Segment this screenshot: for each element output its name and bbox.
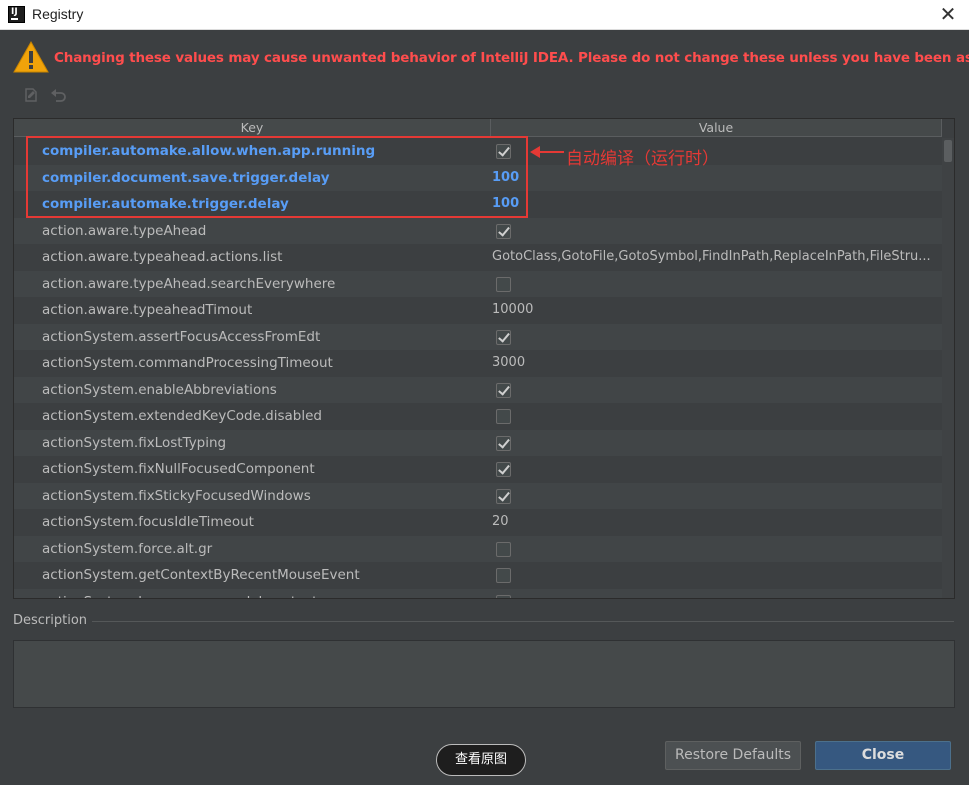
registry-value[interactable]: 3000 — [492, 350, 940, 376]
registry-key: action.aware.typeAhead — [42, 222, 207, 239]
description-panel — [13, 640, 955, 708]
table-row[interactable]: actionSystem.fixStickyFocusedWindows — [14, 482, 942, 509]
table-row[interactable]: compiler.automake.trigger.delay 100 — [14, 191, 942, 218]
table-row[interactable]: actionSystem.commandProcessingTimeout 300… — [14, 350, 942, 377]
close-icon[interactable]: ✕ — [937, 3, 959, 25]
table-row[interactable]: actionSystem.fixLostTyping — [14, 429, 942, 456]
registry-key: actionSystem.getContextByRecentMouseEven… — [42, 567, 360, 583]
registry-value[interactable]: 20 — [492, 509, 940, 535]
table-row[interactable]: actionSystem.keepmouse.modal.context — [14, 588, 942, 599]
restore-defaults-button[interactable]: Restore Defaults — [665, 741, 801, 770]
table-row[interactable]: compiler.document.save.trigger.delay 100 — [14, 164, 942, 191]
registry-key: compiler.automake.trigger.delay — [42, 196, 289, 212]
warning-triangle-icon — [13, 40, 49, 73]
key-column-header[interactable]: Key — [14, 119, 491, 137]
table-row[interactable]: actionSystem.force.alt.gr — [14, 535, 942, 562]
description-divider — [92, 621, 954, 622]
registry-key: actionSystem.commandProcessingTimeout — [42, 355, 333, 371]
registry-value[interactable]: GotoClass,GotoFile,GotoSymbol,FindInPath… — [492, 244, 940, 270]
scrollbar-thumb[interactable] — [944, 140, 952, 162]
checkbox-checked[interactable] — [496, 223, 511, 239]
registry-key: actionSystem.enableAbbreviations — [42, 381, 277, 398]
table-row[interactable]: actionSystem.enableAbbreviations — [14, 376, 942, 403]
checkbox-unchecked[interactable] — [496, 409, 511, 424]
description-label: Description — [13, 613, 88, 628]
table-rows: compiler.automake.allow.when.app.running… — [14, 138, 942, 599]
edit-icon[interactable] — [22, 86, 40, 104]
checkbox-unchecked[interactable] — [496, 541, 511, 557]
annotation-arrow-icon — [530, 146, 564, 158]
warning-message: Changing these values may cause unwanted… — [54, 50, 969, 66]
undo-icon[interactable] — [49, 86, 67, 104]
table-row[interactable]: action.aware.typeahead.actions.list GotoC… — [14, 244, 942, 271]
registry-key: actionSystem.fixStickyFocusedWindows — [42, 487, 311, 504]
registry-table: Key Value compiler.automake.allow.when.a… — [13, 118, 955, 599]
table-header: Key Value — [14, 119, 942, 137]
table-row[interactable]: actionSystem.extendedKeyCode.disabled — [14, 403, 942, 430]
registry-key: action.aware.typeaheadTimout — [42, 302, 253, 318]
checkbox-checked[interactable] — [496, 329, 511, 345]
registry-value[interactable]: 100 — [492, 191, 940, 217]
registry-key: actionSystem.assertFocusAccessFromEdt — [42, 328, 321, 345]
table-row[interactable]: action.aware.typeAhead.searchEverywhere — [14, 270, 942, 297]
checkbox-unchecked[interactable] — [496, 568, 511, 583]
registry-key: actionSystem.force.alt.gr — [42, 540, 213, 557]
table-row[interactable]: compiler.automake.allow.when.app.running — [14, 138, 942, 165]
registry-value[interactable]: 10000 — [492, 297, 940, 323]
registry-key: actionSystem.fixLostTyping — [42, 434, 227, 451]
registry-key: actionSystem.keepmouse.modal.context — [42, 589, 317, 599]
registry-key: actionSystem.extendedKeyCode.disabled — [42, 408, 322, 424]
checkbox-checked[interactable] — [496, 462, 511, 477]
table-row[interactable]: action.aware.typeaheadTimout 10000 — [14, 297, 942, 324]
registry-key: action.aware.typeahead.actions.list — [42, 249, 283, 265]
checkbox-checked[interactable] — [496, 144, 511, 159]
checkbox-checked[interactable] — [496, 488, 511, 504]
checkbox-unchecked[interactable] — [496, 594, 511, 598]
registry-key: compiler.document.save.trigger.delay — [42, 169, 330, 186]
checkbox-checked[interactable] — [496, 382, 511, 398]
close-button[interactable]: Close — [815, 741, 951, 770]
table-row[interactable]: actionSystem.focusIdleTimeout 20 — [14, 509, 942, 536]
annotation-text: 自动编译（运行时） — [566, 149, 719, 169]
window-title: Registry — [32, 6, 84, 22]
intellij-app-icon: IJ — [8, 6, 25, 23]
registry-key: compiler.automake.allow.when.app.running — [42, 143, 376, 159]
table-row[interactable]: actionSystem.getContextByRecentMouseEven… — [14, 562, 942, 589]
table-row[interactable]: actionSystem.fixNullFocusedComponent — [14, 456, 942, 483]
registry-key: action.aware.typeAhead.searchEverywhere — [42, 275, 336, 292]
table-row[interactable]: actionSystem.assertFocusAccessFromEdt — [14, 323, 942, 350]
table-row[interactable]: action.aware.typeAhead — [14, 217, 942, 244]
value-column-header[interactable]: Value — [491, 119, 942, 137]
checkbox-checked[interactable] — [496, 435, 511, 451]
view-original-button[interactable]: 查看原图 — [436, 744, 526, 776]
app-icon-text: IJ — [11, 7, 18, 17]
registry-key: actionSystem.focusIdleTimeout — [42, 514, 254, 530]
vertical-scrollbar[interactable] — [942, 138, 954, 598]
checkbox-unchecked[interactable] — [496, 276, 511, 292]
title-bar: IJ Registry ✕ — [0, 0, 969, 30]
registry-key: actionSystem.fixNullFocusedComponent — [42, 461, 315, 477]
